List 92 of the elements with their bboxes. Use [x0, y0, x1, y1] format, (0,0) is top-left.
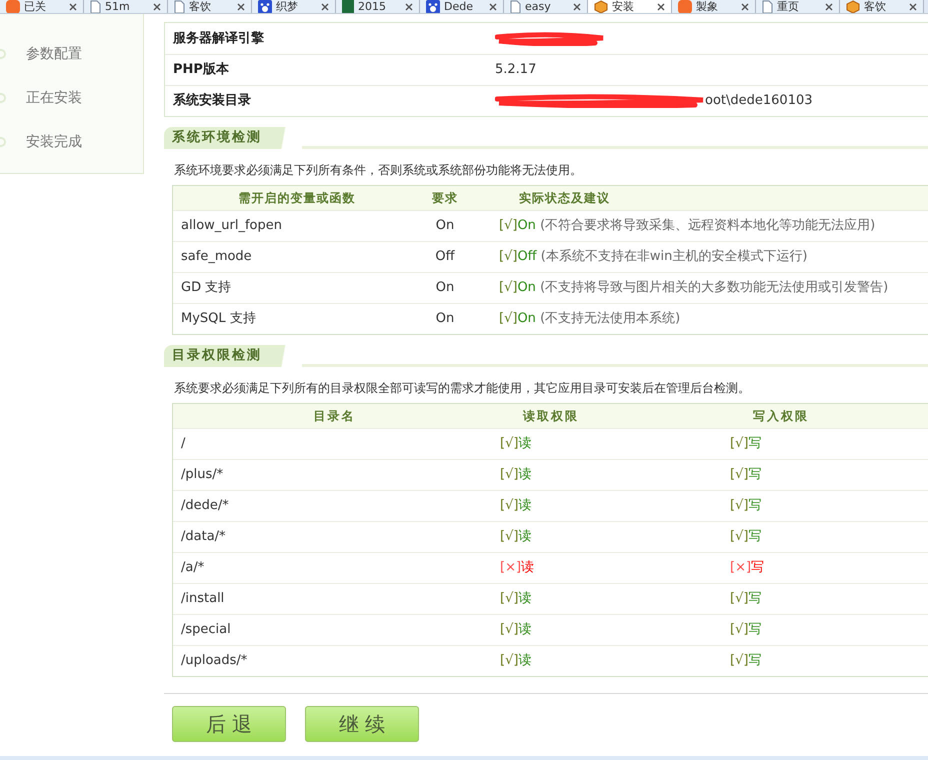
permission-status: [√]写 [730, 498, 762, 514]
browser-tab[interactable]: 已关 [0, 0, 84, 13]
section-description: 系统环境要求必须满足下列所有条件，否则系统或系统部份功能将无法使用。 [173, 162, 583, 179]
status-cell-text: [√]On (不支持将导致与图片相关的大多数功能无法使用或引发警告) [499, 279, 888, 298]
close-icon[interactable] [321, 3, 329, 11]
close-icon[interactable] [489, 3, 497, 11]
table-cell-text: On [434, 279, 456, 298]
info-label: 系统安装目录 [172, 92, 252, 110]
permission-status: [√]读 [500, 498, 532, 514]
close-icon[interactable] [405, 3, 413, 11]
table-cell-text: /dede/* [180, 497, 230, 516]
column-header: 读取权限 [522, 408, 580, 425]
tab-title: 製象 [696, 1, 718, 13]
tab-title: 重页 [777, 1, 799, 13]
permission-status: [√]写 [730, 436, 762, 452]
tab-title: 2015 [358, 1, 386, 13]
tab-title: 已关 [24, 1, 46, 13]
section-description: 系统要求必须满足下列所有的目录权限全部可读写的需求才能使用，其它应用目录可安装后在管理后台检测。 [173, 380, 751, 397]
table-cell-text: GD 支持 [180, 279, 232, 298]
close-icon[interactable] [825, 3, 833, 11]
column-header: 写入权限 [752, 408, 810, 425]
step-label: 参数配置 [26, 44, 82, 64]
tab-title: 安装 [612, 1, 634, 13]
status-cell-text: [√]Off (本系统不支持在非win主机的安全模式下运行) [499, 248, 808, 266]
close-icon[interactable] [573, 3, 581, 11]
permission-status: [√]读 [500, 653, 532, 668]
status-cell-text: [√]On (不支持无法使用本系统) [499, 310, 680, 328]
column-header: 目录名 [312, 408, 356, 425]
table-cell-text: / [180, 435, 186, 454]
browser-tab[interactable]: 2015 [336, 0, 420, 13]
close-icon[interactable] [69, 3, 77, 11]
tab-title: 客饮 [864, 1, 886, 13]
browser-tab[interactable]: 重页 [756, 0, 840, 13]
permission-status: [×]读 [500, 560, 534, 576]
close-icon[interactable] [909, 3, 917, 11]
table-cell-text: allow_url_fopen [180, 217, 283, 236]
permission-status: [√]读 [500, 591, 532, 606]
browser-tab[interactable]: 51m [84, 0, 168, 13]
info-value: oot\dede160103 [705, 92, 813, 110]
browser-tab[interactable]: 织梦 [252, 0, 336, 13]
permission-status: [√]读 [500, 467, 532, 482]
logo-icon [6, 0, 20, 13]
permission-status: [√]写 [730, 467, 762, 482]
table-cell-text: Off [434, 248, 456, 266]
browser-tab[interactable]: Dede [420, 0, 504, 13]
close-icon[interactable] [741, 3, 749, 11]
table-cell-text: safe_mode [180, 248, 253, 266]
step-label: 正在安装 [26, 88, 82, 108]
logo-icon [678, 0, 692, 13]
column-header: 需开启的变量或函数 [238, 190, 356, 207]
table-cell-text: /special [180, 621, 232, 640]
cube-icon [846, 0, 860, 13]
tab-title: easy [525, 1, 551, 13]
permission-status: [√]读 [500, 529, 532, 544]
nav-button[interactable]: 后 退 [172, 706, 286, 742]
tab-title: 织梦 [276, 1, 298, 13]
table-cell-text: /data/* [180, 528, 227, 546]
permission-status: [√]写 [730, 653, 762, 668]
browser-tab[interactable]: 安装 [588, 0, 672, 13]
table-cell-text: /plus/* [180, 466, 224, 484]
permission-status: [√]写 [730, 529, 762, 544]
info-label: 服务器解译引擎 [172, 30, 265, 48]
browser-tab[interactable]: 客饮 [168, 0, 252, 13]
table-cell-text: On [434, 310, 456, 328]
table-cell-text: /install [180, 590, 226, 608]
status-cell-text: [√]On (不符合要求将导致采集、远程资料本地化等功能无法应用) [499, 217, 876, 236]
permission-status: [√]写 [730, 591, 762, 606]
tab-title: 51m [105, 1, 130, 13]
browser-tab[interactable]: 製象 [672, 0, 756, 13]
column-header: 实际状态及建议 [519, 190, 610, 207]
tab-title: Dede [444, 1, 473, 13]
close-icon[interactable] [237, 3, 245, 11]
table-cell-text: On [434, 217, 456, 236]
browser-tab[interactable]: easy [504, 0, 588, 13]
step-label: 安装完成 [26, 132, 82, 152]
info-value: 5.2.17 [495, 61, 536, 80]
table-cell-text: /uploads/* [180, 652, 248, 670]
nav-button[interactable]: 继 续 [305, 706, 419, 742]
permission-status: [√]读 [500, 622, 532, 638]
info-label: PHP版本 [172, 61, 230, 80]
close-icon[interactable] [657, 3, 665, 11]
cube-icon [594, 0, 608, 13]
column-header: 要求 [431, 190, 459, 207]
table-cell-text: MySQL 支持 [180, 310, 257, 328]
table-cell-text: /a/* [180, 559, 206, 578]
permission-status: [√]写 [730, 622, 762, 638]
tab-title: 客饮 [189, 1, 211, 13]
permission-status: [√]读 [500, 436, 532, 452]
book-icon [342, 0, 354, 13]
browser-tab[interactable]: 客饮 [840, 0, 924, 13]
close-icon[interactable] [153, 3, 161, 11]
permission-status: [×]写 [730, 560, 764, 576]
